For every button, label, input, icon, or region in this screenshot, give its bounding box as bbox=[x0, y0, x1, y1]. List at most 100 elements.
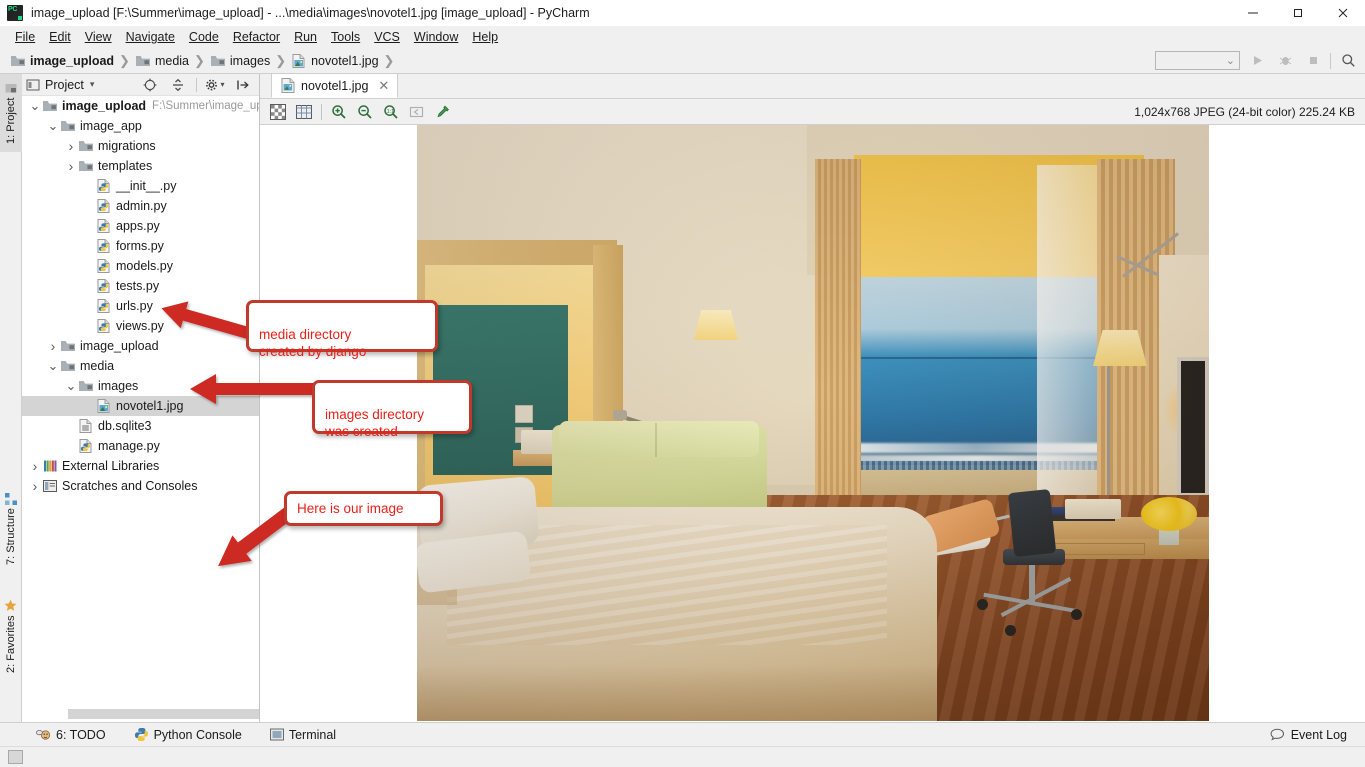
db-file-icon bbox=[78, 418, 94, 434]
pycharm-window: image_upload [F:\Summer\image_upload] - … bbox=[0, 0, 1365, 767]
bottom-item-python-console[interactable]: Python Console bbox=[120, 727, 256, 742]
fit-content-button[interactable] bbox=[404, 101, 430, 123]
search-everywhere-icon[interactable] bbox=[1337, 51, 1359, 71]
hide-toolwindow-icon[interactable] bbox=[230, 74, 256, 96]
actual-size-button[interactable]: 1:1 bbox=[378, 101, 404, 123]
menu-file[interactable]: File bbox=[8, 28, 42, 46]
maximize-button[interactable] bbox=[1275, 0, 1320, 26]
debug-button[interactable] bbox=[1274, 51, 1296, 71]
chevron-right-icon[interactable]: › bbox=[28, 456, 42, 476]
folder-icon bbox=[60, 118, 76, 134]
tree-node-label: novotel1.jpg bbox=[116, 399, 184, 413]
zoom-out-button[interactable] bbox=[352, 101, 378, 123]
tree-node-novotel1-jpg[interactable]: novotel1.jpg bbox=[22, 396, 260, 416]
python-icon bbox=[134, 727, 149, 742]
collapse-all-icon[interactable] bbox=[165, 74, 191, 96]
chevron-right-icon[interactable]: › bbox=[28, 476, 42, 496]
tree-node-admin-py[interactable]: admin.py bbox=[22, 196, 260, 216]
tree-node-image-app[interactable]: ⌄ image_app bbox=[22, 116, 260, 136]
tree-node-apps-py[interactable]: apps.py bbox=[22, 216, 260, 236]
tree-node-migrations[interactable]: › migrations bbox=[22, 136, 260, 156]
project-tree[interactable]: ⌄ image_upload F:\Summer\image_up ⌄ image_ap… bbox=[22, 96, 260, 706]
tree-node-images[interactable]: ⌄ images bbox=[22, 376, 260, 396]
breadcrumb-item-novotel1-jpg[interactable]: novotel1.jpg bbox=[291, 53, 379, 69]
folder-icon bbox=[210, 53, 226, 69]
close-button[interactable] bbox=[1320, 0, 1365, 26]
menu-help[interactable]: Help bbox=[465, 28, 505, 46]
menu-refactor[interactable]: Refactor bbox=[226, 28, 287, 46]
bottom-item-label: 6: TODO bbox=[56, 727, 106, 742]
tree-node-urls-py[interactable]: urls.py bbox=[22, 296, 260, 316]
event-log-button[interactable]: Event Log bbox=[1270, 728, 1365, 742]
tree-node-media[interactable]: ⌄ media bbox=[22, 356, 260, 376]
chevron-down-icon[interactable]: ⌄ bbox=[28, 96, 42, 116]
folder-icon bbox=[60, 358, 76, 374]
toggle-grid-button[interactable] bbox=[291, 101, 317, 123]
zoom-in-button[interactable] bbox=[326, 101, 352, 123]
breadcrumb: image_upload ❯ media ❯ images ❯ novotel1.jpg ❯ bbox=[0, 53, 399, 69]
breadcrumb-item-media[interactable]: media bbox=[135, 53, 189, 69]
sidebar-item-structure[interactable]: 7: Structure bbox=[0, 482, 22, 576]
breadcrumb-separator: ❯ bbox=[194, 52, 205, 68]
project-tree-horizontal-scrollbar[interactable] bbox=[22, 706, 260, 722]
menu-tools[interactable]: Tools bbox=[324, 28, 367, 46]
menu-edit[interactable]: Edit bbox=[42, 28, 78, 46]
menu-view[interactable]: View bbox=[78, 28, 119, 46]
sidebar-item-favorites[interactable]: 2: Favorites bbox=[0, 586, 22, 686]
tree-node-models-py[interactable]: models.py bbox=[22, 256, 260, 276]
sidebar-item-project[interactable]: 1: Project bbox=[0, 74, 22, 152]
memory-indicator-icon[interactable] bbox=[8, 750, 23, 764]
menu-run[interactable]: Run bbox=[287, 28, 324, 46]
close-icon[interactable]: ✕ bbox=[378, 78, 389, 94]
chevron-down-icon[interactable]: ⌄ bbox=[46, 116, 60, 136]
menu-window[interactable]: Window bbox=[407, 28, 465, 46]
bottom-item-terminal[interactable]: Terminal bbox=[256, 728, 350, 742]
tree-node-image-upload[interactable]: › image_upload bbox=[22, 336, 260, 356]
chevron-right-icon[interactable]: › bbox=[64, 156, 78, 176]
chevron-down-icon[interactable]: ⌄ bbox=[64, 376, 78, 396]
scrollbar-thumb[interactable] bbox=[68, 709, 260, 719]
chevron-down-icon[interactable]: ⌄ bbox=[46, 356, 60, 376]
menu-code[interactable]: Code bbox=[182, 28, 226, 46]
tree-node-scratches-and-consoles[interactable]: › Scratches and Consoles bbox=[22, 476, 260, 496]
menu-vcs[interactable]: VCS bbox=[367, 28, 407, 46]
run-button[interactable] bbox=[1246, 51, 1268, 71]
tab-novotel1-jpg[interactable]: novotel1.jpg ✕ bbox=[271, 73, 399, 98]
chevron-right-icon[interactable]: › bbox=[64, 136, 78, 156]
terminal-icon bbox=[269, 728, 284, 741]
color-picker-button[interactable] bbox=[430, 101, 456, 123]
star-icon bbox=[4, 599, 17, 612]
minimize-button[interactable] bbox=[1230, 0, 1275, 26]
tree-node-external-libraries[interactable]: › External Libraries bbox=[22, 456, 260, 476]
tree-node-views-py[interactable]: views.py bbox=[22, 316, 260, 336]
run-configuration-selector[interactable]: ⌄ bbox=[1155, 51, 1240, 70]
project-root-icon bbox=[42, 98, 58, 114]
bottom-item-todo[interactable]: 6: TODO bbox=[0, 728, 120, 742]
scroll-from-source-icon[interactable] bbox=[137, 74, 163, 96]
breadcrumb-separator: ❯ bbox=[119, 52, 130, 68]
stop-button[interactable] bbox=[1302, 51, 1324, 71]
folder-icon bbox=[135, 53, 151, 69]
tree-node-db-sqlite3[interactable]: db.sqlite3 bbox=[22, 416, 260, 436]
tree-node--init-py[interactable]: __init__.py bbox=[22, 176, 260, 196]
breadcrumb-item-images[interactable]: images bbox=[210, 53, 270, 69]
python-file-icon bbox=[96, 278, 112, 294]
svg-text:1:1: 1:1 bbox=[387, 109, 395, 115]
chevron-down-icon: ⌄ bbox=[1225, 55, 1235, 67]
tree-node-tests-py[interactable]: tests.py bbox=[22, 276, 260, 296]
tree-node-manage-py[interactable]: manage.py bbox=[22, 436, 260, 456]
tree-node-templates[interactable]: › templates bbox=[22, 156, 260, 176]
tree-node-image-upload[interactable]: ⌄ image_upload F:\Summer\image_up bbox=[22, 96, 260, 116]
chevron-right-icon[interactable]: › bbox=[46, 336, 60, 356]
settings-gear-icon[interactable]: ▾ bbox=[202, 74, 228, 96]
tree-node-path: F:\Summer\image_up bbox=[152, 100, 260, 112]
tree-node-label: image_app bbox=[80, 119, 142, 133]
toggle-transparency-button[interactable] bbox=[265, 101, 291, 123]
tree-node-forms-py[interactable]: forms.py bbox=[22, 236, 260, 256]
breadcrumb-item-image-upload[interactable]: image_upload bbox=[10, 53, 114, 69]
menu-navigate[interactable]: Navigate bbox=[119, 28, 182, 46]
